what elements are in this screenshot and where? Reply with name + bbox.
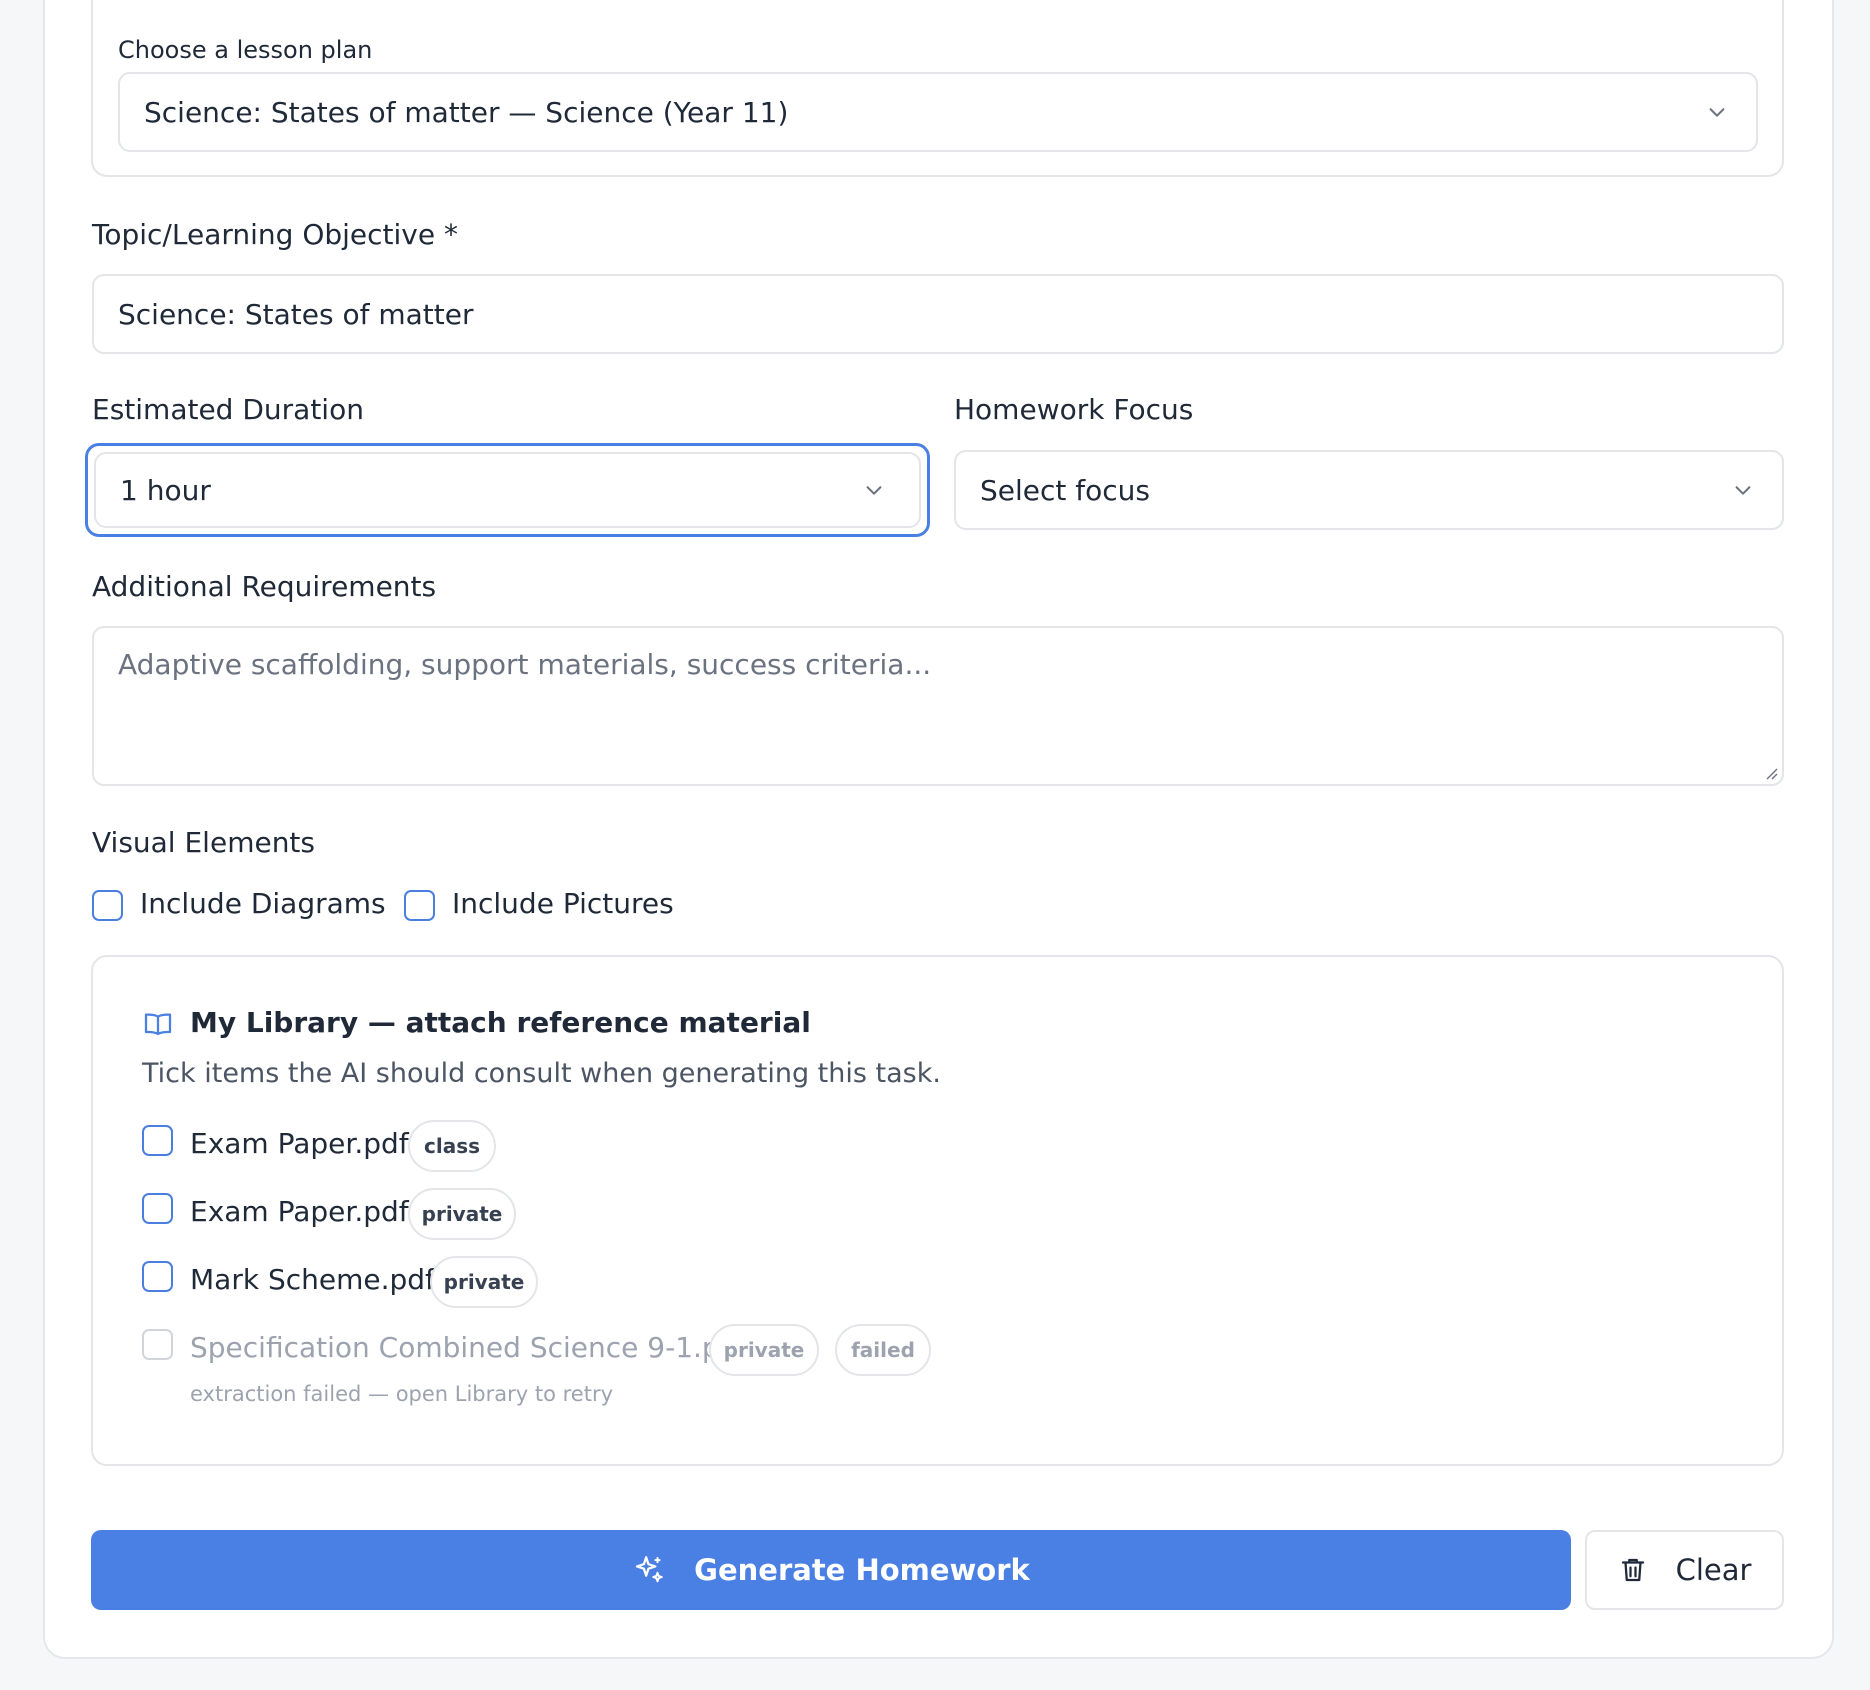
clear-button[interactable]: Clear: [1585, 1530, 1784, 1610]
library-item-checkbox: [142, 1329, 173, 1360]
include-diagrams-checkbox[interactable]: [92, 890, 123, 921]
tag-badge: class: [408, 1120, 496, 1172]
include-pictures-label: Include Pictures: [452, 887, 674, 920]
chevron-down-icon: [866, 486, 882, 495]
tag-badge: private: [430, 1256, 538, 1308]
resize-handle-icon[interactable]: [1764, 766, 1778, 780]
library-item-name: Mark Scheme.pdf: [190, 1263, 435, 1296]
library-title: My Library — attach reference material: [190, 1006, 811, 1039]
library-item-checkbox[interactable]: [142, 1261, 173, 1292]
focus-placeholder: Select focus: [980, 473, 1150, 507]
library-item-checkbox[interactable]: [142, 1193, 173, 1224]
include-pictures-checkbox[interactable]: [404, 890, 435, 921]
sparkles-icon: [635, 1556, 663, 1583]
library-item-checkbox[interactable]: [142, 1125, 173, 1156]
library-item-name: Specification Combined Science 9-1.pdf: [190, 1331, 748, 1364]
library-item-note: extraction failed — open Library to retr…: [190, 1382, 614, 1406]
duration-value: 1 hour: [120, 473, 211, 507]
topic-input[interactable]: Science: States of matter: [92, 274, 1784, 354]
lesson-plan-label: Choose a lesson plan: [118, 36, 373, 64]
lesson-plan-select[interactable]: Science: States of matter — Science (Yea…: [118, 72, 1758, 152]
topic-label: Topic/Learning Objective *: [92, 218, 458, 251]
focus-label: Homework Focus: [954, 393, 1194, 426]
clear-label: Clear: [1675, 1553, 1752, 1587]
duration-label: Estimated Duration: [92, 393, 364, 426]
focus-select[interactable]: Select focus: [954, 450, 1784, 530]
library-item-name: Exam Paper.pdf: [190, 1195, 409, 1228]
lesson-plan-value: Science: States of matter — Science (Yea…: [144, 95, 789, 129]
library-item-name: Exam Paper.pdf: [190, 1127, 409, 1160]
chevron-down-icon: [1735, 486, 1751, 495]
tag-badge: private: [709, 1324, 819, 1376]
book-open-icon: [144, 1013, 172, 1036]
requirements-label: Additional Requirements: [92, 570, 437, 603]
visual-elements-label: Visual Elements: [92, 826, 316, 859]
topic-value: Science: States of matter: [118, 297, 474, 331]
generate-homework-label: Generate Homework: [694, 1553, 1030, 1587]
include-diagrams-label: Include Diagrams: [140, 887, 386, 920]
requirements-placeholder: Adaptive scaffolding, support materials,…: [118, 648, 932, 681]
tag-badge: private: [408, 1188, 516, 1240]
chevron-down-icon: [1709, 108, 1725, 117]
generate-homework-button[interactable]: Generate Homework: [91, 1530, 1571, 1610]
status-badge: failed: [835, 1324, 931, 1376]
trash-icon: [1621, 1558, 1644, 1582]
requirements-textarea[interactable]: Adaptive scaffolding, support materials,…: [92, 626, 1784, 786]
duration-select[interactable]: 1 hour: [94, 452, 921, 528]
library-subtitle: Tick items the AI should consult when ge…: [142, 1058, 941, 1089]
